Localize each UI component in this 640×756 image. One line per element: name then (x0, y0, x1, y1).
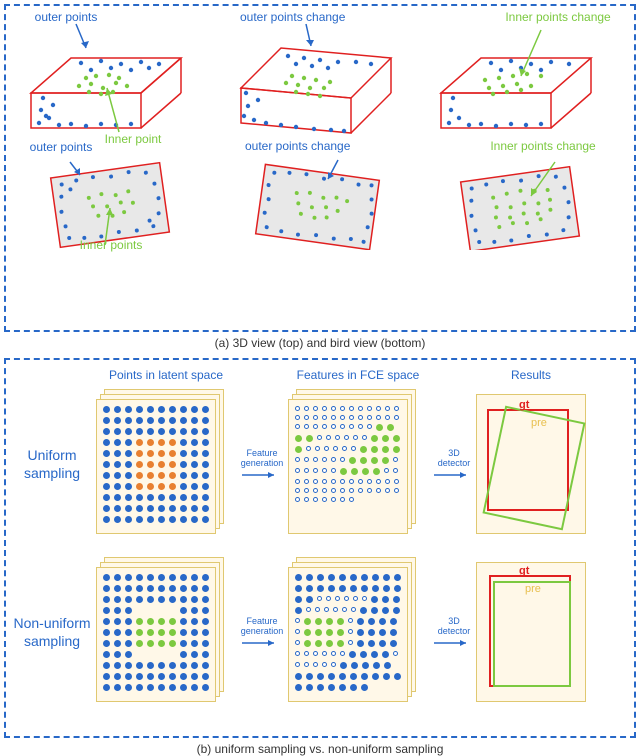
cube-svg-1 (25, 14, 205, 144)
caption-b: (b) uniform sampling vs. non-uniform sam… (4, 742, 636, 756)
column-headers: Points in latent space Features in FCE s… (92, 368, 628, 382)
pre-label-1: pre (531, 417, 547, 429)
arrow-feature-gen-1: Feature generation (240, 448, 284, 480)
row-3d-boxes: outer points (12, 14, 628, 134)
label-feature-gen-2: Feature generation (241, 616, 284, 636)
label-detector-1: 3D detector (438, 448, 471, 468)
label-outer-points-change: outer points change (240, 10, 345, 24)
result-uniform: gt pre (476, 394, 586, 534)
label-inner-change-b3: Inner points change (490, 140, 580, 153)
bird-3: Inner points change (435, 140, 615, 250)
arrow-feature-gen-2: Feature generation (240, 616, 284, 648)
label-inner-points-b1: Inner points (80, 238, 143, 252)
result-nonuniform: gt pre (476, 562, 586, 702)
panel-b-sampling: Points in latent space Features in FCE s… (4, 358, 636, 738)
row-nonuniform: Non-uniform sampling Feature generation … (12, 552, 628, 712)
row-uniform: Uniform sampling Feature generation 3D d… (12, 384, 628, 544)
gt-label-1: gt (519, 399, 529, 411)
panel-a-3d-bird-view: outer points (4, 4, 636, 332)
col-header-fce: Features in FCE space (284, 368, 432, 382)
cube-svg-3 (435, 14, 615, 144)
row-bird-view: outer points (12, 140, 628, 250)
label-inner-points-change: Inner points change (505, 10, 610, 24)
arrow-detector-1: 3D detector (432, 448, 476, 480)
pre-label-2: pre (525, 583, 541, 595)
label-uniform: Uniform sampling (12, 446, 92, 482)
bird-svg-1 (25, 140, 205, 250)
col-header-latent: Points in latent space (92, 368, 240, 382)
stack-nonuniform-latent (96, 557, 236, 707)
box3d-2: outer points change (230, 14, 410, 134)
label-outer-change-b2: outer points change (245, 140, 345, 153)
label-nonuniform: Non-uniform sampling (12, 614, 92, 650)
label-outer-points: outer points (35, 10, 98, 24)
cube-svg-2 (230, 14, 410, 144)
bird-svg-2 (230, 140, 410, 250)
stack-nonuniform-fce (288, 557, 428, 707)
col-header-results: Results (476, 368, 586, 382)
stack-uniform-latent (96, 389, 236, 539)
label-outer-points-b1: outer points (30, 140, 93, 154)
arrow-detector-2: 3D detector (432, 616, 476, 648)
label-feature-gen-1: Feature generation (241, 448, 284, 468)
bird-svg-3 (435, 140, 615, 250)
bird-1: outer points (25, 140, 205, 250)
box3d-3: Inner points change (435, 14, 615, 134)
gt-label-2: gt (519, 565, 529, 577)
bird-2: outer points change (230, 140, 410, 250)
stack-uniform-fce (288, 389, 428, 539)
label-detector-2: 3D detector (438, 616, 471, 636)
box3d-1: outer points (25, 14, 205, 134)
caption-a: (a) 3D view (top) and bird view (bottom) (4, 336, 636, 350)
